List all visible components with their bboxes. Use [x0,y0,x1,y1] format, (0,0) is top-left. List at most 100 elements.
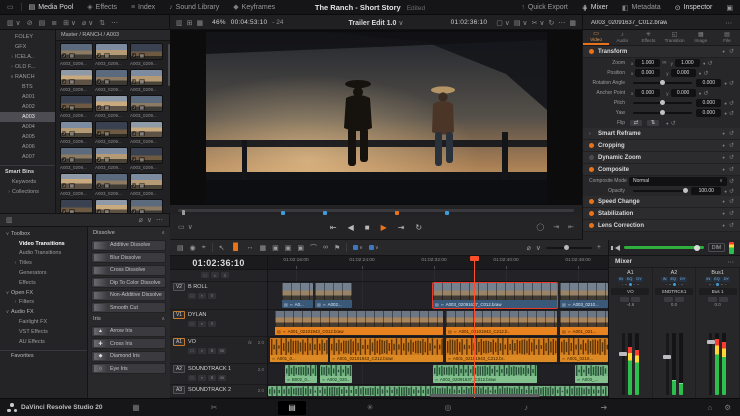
bin-item-a006[interactable]: A006 [0,142,55,152]
track-badge[interactable]: V1 [173,311,185,319]
track-header-a2[interactable]: A2 SOUNDTRACK 1 2.0 □ ▪ S M [170,364,267,385]
viewer-icon[interactable]: ▢ ∨ [496,20,510,27]
viewer-icon[interactable]: ✂ ∨ [532,20,545,27]
x-value-field[interactable]: 1.000 [635,59,661,67]
track-lock-icon[interactable]: □ [201,272,209,278]
effects-nav-video-transitions[interactable]: Video Transitions [0,239,87,249]
media-clip-thumbnail[interactable]: ♪▤A003_0209... [95,43,128,66]
step-forward-button[interactable]: ⇥ [398,223,405,232]
track-header-a1[interactable]: A1 VO fx 2.0 □ ▪ S M [170,337,267,364]
keyframe-icon[interactable]: ● [703,61,706,66]
media-clip-thumbnail[interactable]: ♪▤A003_0209... [130,173,163,196]
inspector-section-lens-correction[interactable]: Lens Correction ● ↺ [583,220,740,232]
topbar-mixer-button[interactable]: ⋕ Mixer [575,0,615,15]
topbar-quick-export-button[interactable]: ↑ Quick Export [514,0,575,15]
play-button[interactable]: ▶ [381,223,387,232]
track-mute-button[interactable]: M [218,374,226,381]
media-clip-thumbnail[interactable]: ♪▤A003_0209... [130,69,163,92]
reset-icon[interactable]: ↺ [729,80,734,87]
timeline-clip[interactable]: ∞ B002_0... [285,365,317,383]
track-solo-button[interactable]: S [208,347,216,354]
effects-nav-fairlight-fx[interactable]: Fairlight FX [0,317,87,327]
opacity-slider[interactable] [633,188,688,194]
keyframe-icon[interactable]: ● [722,223,725,228]
track-header-a3[interactable]: A3 SOUNDTRACK 2 2.0 [170,385,267,398]
jog-marker[interactable] [281,210,285,215]
slider-track[interactable] [633,80,693,86]
marker-color-dropdown[interactable]: ∨ [353,245,363,251]
flip-button[interactable]: ⇅ [646,119,660,127]
timeline-clip[interactable]: ∞ A003_02091637_C012.braw [433,365,537,383]
reset-icon[interactable]: ↺ [729,222,734,229]
marker-color-dropdown[interactable]: ∨ [368,245,379,251]
slider-track[interactable] [633,100,693,106]
media-toolbar-icon[interactable]: ▤ [39,19,46,27]
fader-knob[interactable] [619,351,628,356]
viewer-zoom-level[interactable]: 46% [212,19,226,26]
timeline-clip[interactable]: ∞ A001_0... [270,338,328,362]
media-toolbar-icon[interactable]: ⋯ [111,19,118,27]
reset-icon[interactable]: ↺ [729,130,734,137]
collapse-icon[interactable]: ∧ [161,316,165,322]
viewer-icon[interactable]: ▤ ∨ [514,20,528,27]
timeline-clip[interactable]: ▤ ∞ A002... [315,283,352,308]
bin-item-a007[interactable]: A007 [0,152,55,162]
effects-nav-favorites[interactable]: Favorites [0,349,87,360]
bin-item-gfx[interactable]: GFX [0,42,55,52]
track-header-v2[interactable]: V2 B ROLL □ ▪ ≡ [170,282,267,310]
track-lane-v2[interactable]: ▤∞A0...▤∞A002...▤∞A003_02091637_C012.bra… [268,282,608,310]
zoom-icon[interactable]: ∨ [536,244,541,252]
keyframe-icon[interactable]: ● [722,155,725,160]
slider-knob[interactable] [660,80,666,86]
track-autoselect-icon[interactable]: ▪ [198,320,206,327]
track-badge[interactable]: A3 [173,386,185,394]
track-header-v1[interactable]: V1 DYLAN □ ▪ ≡ [170,310,267,337]
keyframe-icon[interactable]: ● [722,167,725,172]
viewer-icon[interactable]: ▦ [197,20,204,27]
edit-tool-icon[interactable]: ↔ [246,244,253,251]
media-toolbar-icon[interactable]: ▥ ∨ [7,19,21,27]
timeline-ruler[interactable]: 01:02:16:00 01:02:24:00 01:02:32:00 01:02:4… [268,256,608,270]
transition-item-cross-dissolve[interactable]: Cross Dissolve [91,264,166,276]
composite-mode-dropdown[interactable]: Normal ∨ [629,176,727,186]
topbar-inspector-button[interactable]: ⊙ Inspector [668,0,720,15]
section-enable-toggle[interactable] [589,211,594,216]
effects-nav-au-effects[interactable]: AU Effects [0,337,87,347]
media-clip-thumbnail[interactable]: ♪▤A003_0209... [130,147,163,170]
transition-item-non-additive-dissolve[interactable]: Non-Additive Dissolve [91,289,166,301]
media-clip-thumbnail[interactable]: ♪▤A003_0209... [60,69,93,92]
jog-marker[interactable] [323,210,327,215]
section-enable-toggle[interactable] [589,223,594,228]
bin-item-foley[interactable]: FOLEY [0,32,55,42]
timeline-horizontal-scrollbar[interactable] [430,394,540,397]
mixer-strip-a1[interactable]: A1 IN EQ DY VO -4.6 [609,268,653,398]
edit-tool-icon[interactable]: ⌒ [310,243,317,253]
timeline-name-dropdown[interactable]: Trailer Edit 1.0 ∨ [349,19,404,27]
keyframe-icon[interactable]: ● [699,91,702,96]
transition-item-cross-iris[interactable]: ✚ Cross Iris [91,338,166,349]
reset-icon[interactable]: ↺ [703,90,708,97]
edit-tool-icon[interactable]: ▦ [259,244,266,252]
fullscreen-viewer-icon[interactable]: ▭ [0,0,21,14]
keyframe-icon[interactable]: ● [724,111,727,116]
mixer-options-icon[interactable]: ⋯ [728,258,735,266]
fader-track[interactable] [619,333,628,395]
inspector-section-cropping[interactable]: Cropping ● ↺ [583,140,740,152]
value-field[interactable]: 0.000 [696,99,722,107]
bin-item-a004[interactable]: A004 [0,122,55,132]
inspector-section-dynamic-zoom[interactable]: Dynamic Zoom ● ↺ [583,152,740,164]
mixer-strip-a2[interactable]: A2 IN EQ DY SNDTRCK1 0.0 [653,268,697,398]
reset-icon[interactable]: ↺ [729,178,734,185]
transport-extra-icon[interactable]: ⇥ [553,223,559,231]
inspector-section-transform[interactable]: Transform ● ↺ [583,46,740,58]
slider-track[interactable] [633,110,693,116]
section-enable-toggle[interactable] [589,155,594,160]
track-enable-icon[interactable]: ≡ [208,292,216,299]
media-clip-thumbnail[interactable]: ♪▤A003_0209... [95,121,128,144]
effects-nav-open-fx[interactable]: ∨ Open FX [0,288,87,298]
track-solo-button[interactable]: S [208,374,216,381]
bin-item-a002[interactable]: A002 [0,102,55,112]
effects-nav-filters[interactable]: › Filters [0,298,87,308]
page-color[interactable]: ◎ [434,401,462,415]
track-badge[interactable]: A2 [173,365,185,373]
